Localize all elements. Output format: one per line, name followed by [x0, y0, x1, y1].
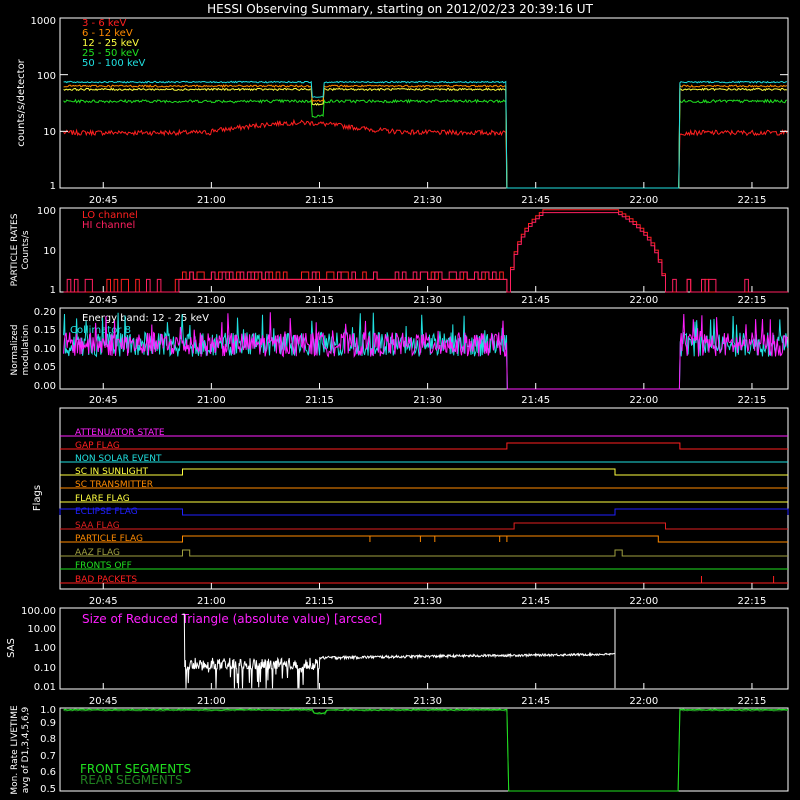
particle-rates-ylabel2: Counts/s [21, 230, 31, 269]
ytick-0-20: 0.20 [34, 307, 56, 318]
time-tick-label-1-6: 22:15 [738, 295, 767, 306]
particle-trace-hi [63, 212, 788, 293]
time-tick-label-2-2: 21:15 [305, 395, 334, 406]
ytick-10-00: 10.00 [27, 624, 56, 635]
count-rates-ylabel: counts/s/detector [16, 58, 27, 146]
time-tick-label-3-3: 21:30 [413, 596, 442, 607]
time-tick-label-2-1: 21:00 [197, 395, 226, 406]
time-tick-label-2-6: 22:15 [738, 395, 767, 406]
ytick-1: 1 [50, 181, 56, 192]
time-tick-label-0-3: 21:30 [413, 195, 442, 206]
hessi-summary-figure: HESSI Observing Summary, starting on 201… [6, 2, 789, 795]
flag-line-9 [60, 549, 788, 557]
ytick-100-00: 100.00 [21, 606, 56, 617]
time-tick-label-4-3: 21:30 [413, 696, 442, 707]
ytick-1000: 1000 [31, 16, 56, 27]
sas-annotation: Size of Reduced Triangle (absolute value… [82, 612, 382, 626]
time-tick-label-4-0: 20:45 [89, 696, 118, 707]
time-tick-label-4-2: 21:15 [305, 696, 334, 707]
time-tick-label-3-6: 22:15 [738, 596, 767, 607]
time-tick-label-0-0: 20:45 [89, 195, 118, 206]
ytick-0-15: 0.15 [34, 325, 56, 336]
livetime-ylabel2: avg of D1,3,4,5,6,9 [21, 706, 31, 793]
ytick-0-05: 0.05 [34, 362, 56, 373]
flag-line-7 [60, 522, 788, 530]
flags-ylabel: Flags [32, 485, 43, 511]
legend-hi-channel: HI channel [82, 220, 135, 231]
ytick-0-01: 0.01 [34, 682, 56, 693]
ytick-0-5: 0.5 [40, 784, 56, 795]
particle-rates-ylabel: PARTICLE RATES [10, 213, 20, 286]
ytick-0-6: 0.6 [40, 767, 56, 778]
time-tick-label-3-5: 22:00 [629, 596, 658, 607]
count-rate-trace-2 [63, 87, 788, 189]
ytick-100: 100 [37, 206, 56, 217]
time-tick-label-4-1: 21:00 [197, 696, 226, 707]
ytick-1-00: 1.00 [34, 643, 56, 654]
flags-frame [59, 407, 789, 590]
ytick-10: 10 [43, 127, 56, 138]
modulation-ylabel: Normalized [10, 324, 20, 375]
time-tick-label-2-4: 21:45 [521, 395, 550, 406]
time-tick-label-3-2: 21:15 [305, 596, 334, 607]
particle-rates-frame [59, 207, 789, 293]
count-rate-trace-0 [63, 118, 788, 189]
time-tick-label-2-3: 21:30 [413, 395, 442, 406]
time-axis-labels: 20:45 20:45 20:45 20:45 20:45 21:00 21:00 21:00… [89, 182, 767, 707]
sas-panel: SAS Size of Reduced Triangle (absolute v… [6, 606, 789, 693]
particle-trace-lo [63, 209, 788, 293]
time-tick-label-3-4: 21:45 [521, 596, 550, 607]
time-tick-label-2-0: 20:45 [89, 395, 118, 406]
ytick-10: 10 [43, 246, 56, 257]
flag-line-3 [60, 468, 788, 476]
time-tick-label-1-0: 20:45 [89, 295, 118, 306]
count-rates-panel: counts/s/detector 3 - 6 keV 6 - 12 keV 1… [16, 16, 789, 192]
time-tick-label-4-5: 22:00 [629, 696, 658, 707]
legend-50-100-kev: 50 - 100 keV [82, 58, 146, 69]
flag-line-1 [60, 442, 788, 450]
time-tick-label-1-4: 21:45 [521, 295, 550, 306]
ytick-1: 1 [50, 285, 56, 296]
count-rate-trace-4 [63, 80, 788, 189]
time-tick-label-0-5: 22:00 [629, 195, 658, 206]
time-tick-label-1-2: 21:15 [305, 295, 334, 306]
modulation-ylabel2: modulation [21, 325, 31, 376]
count-rate-trace-1 [63, 98, 788, 189]
time-tick-label-1-5: 22:00 [629, 295, 658, 306]
time-tick-label-0-1: 21:00 [197, 195, 226, 206]
time-tick-label-2-5: 22:00 [629, 395, 658, 406]
legend-collimator-8: Collimator 8 [70, 325, 131, 336]
energy-band-annotation: Energy band: 12 - 25 keV [82, 313, 209, 324]
time-tick-label-3-0: 20:45 [89, 596, 118, 607]
ytick-0-7: 0.7 [40, 751, 56, 762]
time-tick-label-4-6: 22:15 [738, 696, 767, 707]
ytick-0-10: 0.10 [34, 663, 56, 674]
livetime-panel: Mon. Rate LIVETIME avg of D1,3,4,5,6,9 F… [10, 705, 789, 795]
livetime-ylabel: Mon. Rate LIVETIME [10, 705, 20, 795]
particle-rates-panel: PARTICLE RATES Counts/s LO channel HI ch… [10, 206, 789, 296]
time-tick-label-1-3: 21:30 [413, 295, 442, 306]
ytick-1-0: 1.0 [40, 705, 56, 716]
ytick-100: 100 [37, 71, 56, 82]
time-tick-label-0-4: 21:45 [521, 195, 550, 206]
ytick-0-10: 0.10 [34, 344, 56, 355]
flag-line-8 [60, 535, 788, 543]
time-tick-label-0-6: 22:15 [738, 195, 767, 206]
time-tick-label-4-4: 21:45 [521, 696, 550, 707]
modulation-panel: Normalized modulation Energy band: 12 - … [10, 307, 789, 392]
sas-ylabel: SAS [6, 638, 17, 658]
figure-title: HESSI Observing Summary, starting on 201… [207, 2, 593, 16]
time-tick-label-3-1: 21:00 [197, 596, 226, 607]
ytick-0-9: 0.9 [40, 718, 56, 729]
time-tick-label-0-2: 21:15 [305, 195, 334, 206]
ytick-0-00: 0.00 [34, 381, 56, 392]
ytick-0-8: 0.8 [40, 734, 56, 745]
flag-line-6 [59, 508, 789, 516]
count-rate-trace-3 [63, 83, 788, 189]
legend-rear-segments: REAR SEGMENTS [80, 773, 183, 787]
flags-panel: Flags ATTENUATOR STATE GAP FLAG NON SOLA… [32, 407, 789, 590]
time-tick-label-1-1: 21:00 [197, 295, 226, 306]
